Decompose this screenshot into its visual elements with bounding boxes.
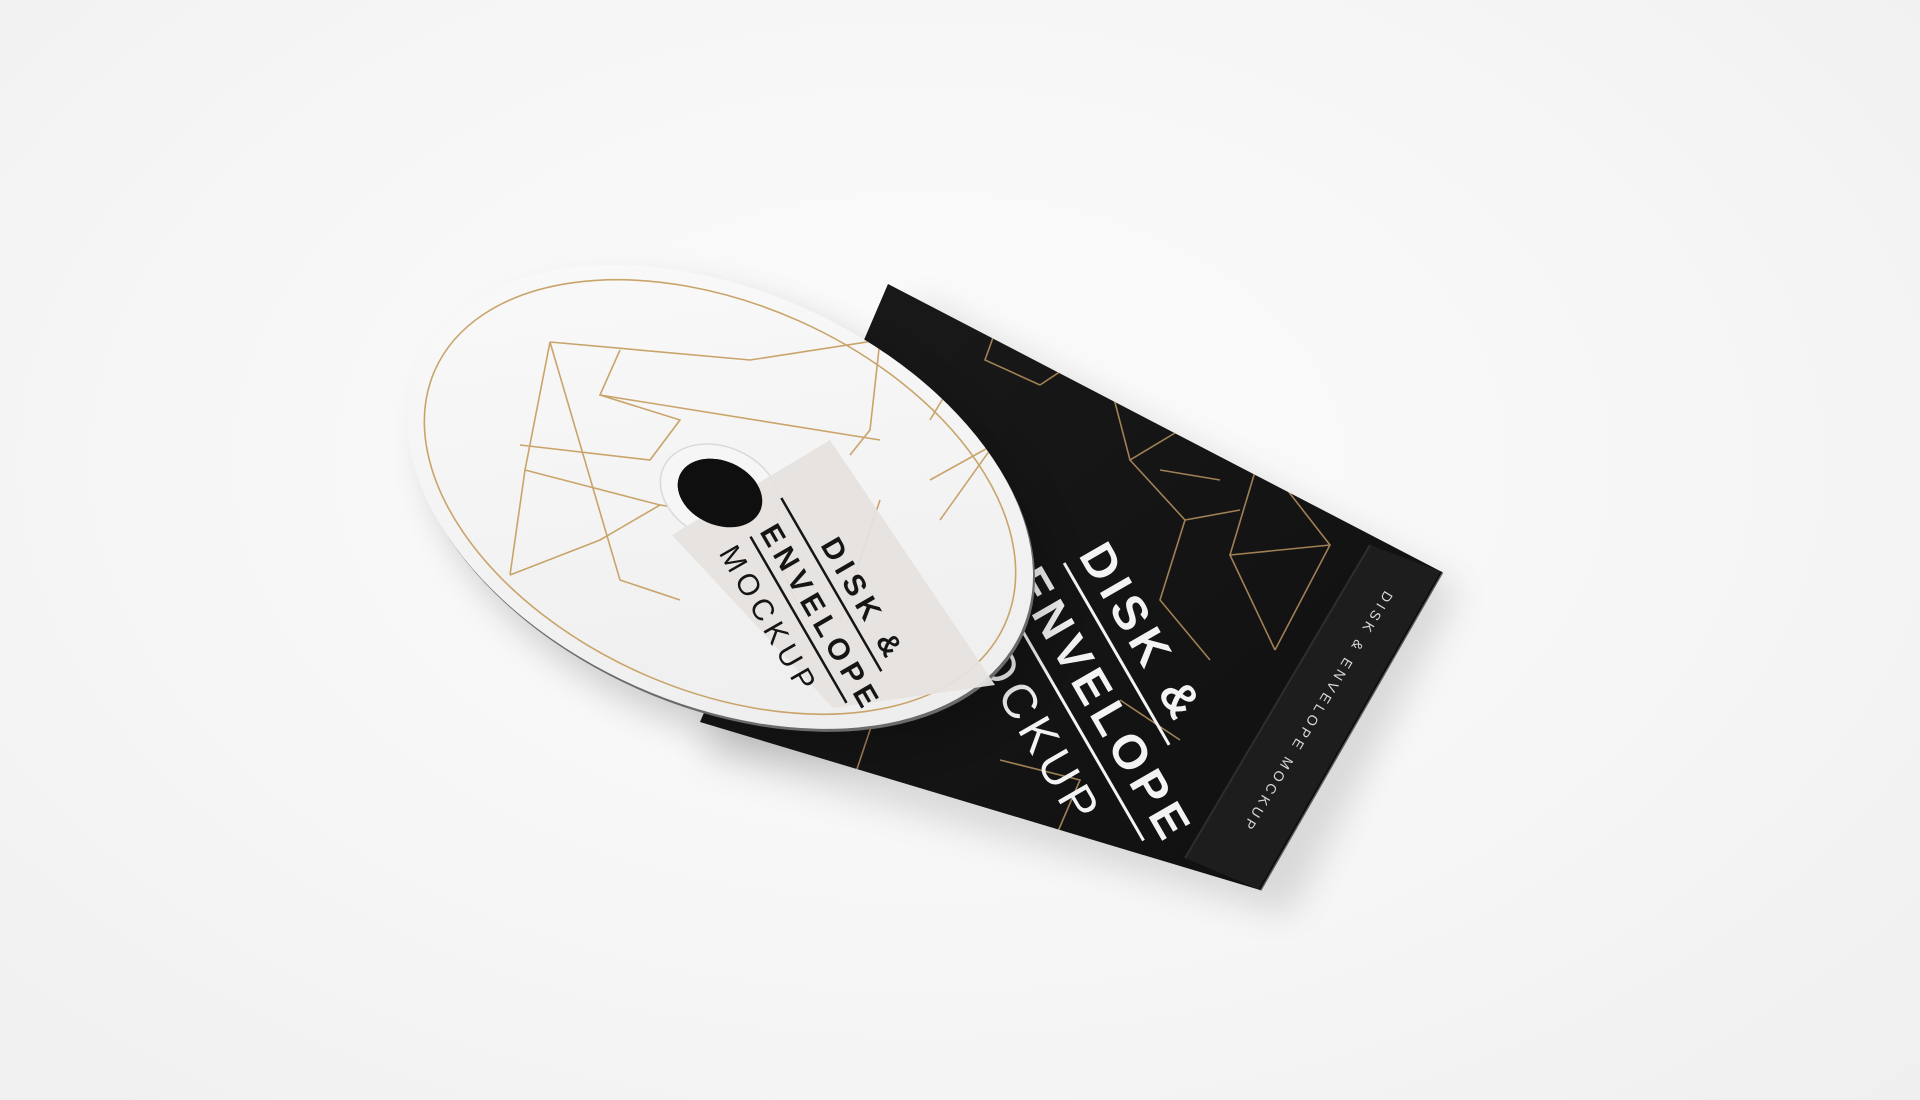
disk-envelope-mockup: DISK & ENVELOPE MOCKUP DISK & ENVELOPE M… bbox=[406, 265, 1460, 915]
mockup-scene: DISK & ENVELOPE MOCKUP DISK & ENVELOPE M… bbox=[0, 0, 1920, 1100]
